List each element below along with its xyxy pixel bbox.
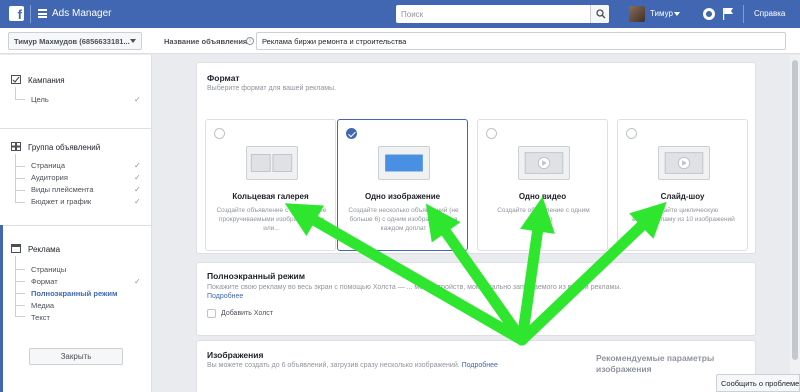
sidebar-item-media[interactable]: Медиа xyxy=(31,301,54,310)
tree-line xyxy=(15,202,25,203)
search-icon xyxy=(596,9,606,19)
facebook-logo-icon[interactable]: f xyxy=(9,6,24,22)
video-icon xyxy=(518,146,570,180)
app-title[interactable]: Ads Manager xyxy=(52,8,111,19)
sidebar-item-objective[interactable]: Цель xyxy=(31,95,49,104)
sidebar-item-format[interactable]: Формат xyxy=(31,277,58,286)
divider xyxy=(30,5,31,23)
tree-line xyxy=(15,166,25,167)
check-icon: ✓ xyxy=(134,277,141,286)
fullscreen-title: Полноэкранный режим xyxy=(207,271,306,281)
campaign-icon xyxy=(11,75,21,84)
help-link[interactable]: Справка xyxy=(754,9,785,18)
sidebar: Кампания Цель ✓ Группа объявлений Страни… xyxy=(0,55,152,392)
fullscreen-desc: Покажите свою рекламу во весь экран с по… xyxy=(207,284,622,291)
radio-button[interactable] xyxy=(214,128,225,139)
format-card-single-video[interactable]: Одно видео Создайте объявление с одним в… xyxy=(477,119,608,251)
search-box xyxy=(396,5,609,23)
sidebar-item-pages[interactable]: Страницы xyxy=(31,265,66,274)
divider xyxy=(0,225,151,226)
format-card-desc: Создайте несколько объявлений (не больше… xyxy=(348,207,459,232)
sidebar-section-campaign[interactable]: Кампания xyxy=(28,76,65,85)
check-icon: ✓ xyxy=(134,161,141,170)
sidebar-item-text[interactable]: Текст xyxy=(31,313,50,322)
ad-name-input[interactable] xyxy=(256,32,786,50)
chevron-down-icon[interactable] xyxy=(674,12,680,16)
search-button[interactable] xyxy=(590,5,609,23)
top-bar: f Ads Manager Тимур Справка xyxy=(0,0,800,28)
check-icon[interactable] xyxy=(346,128,357,139)
tree-line xyxy=(15,316,25,317)
images-desc: Вы можете создать до 6 объявлений, загру… xyxy=(207,362,498,369)
format-card-desc: Создайте объявление с одним видео xyxy=(497,207,590,223)
user-name[interactable]: Тимур xyxy=(650,9,673,18)
sidebar-item-budget[interactable]: Бюджет и график xyxy=(31,197,91,206)
radio-button[interactable] xyxy=(486,128,497,139)
sidebar-item-page[interactable]: Страница xyxy=(31,161,65,170)
check-icon: ✓ xyxy=(134,197,141,206)
ad-name-label: Название объявления xyxy=(164,37,248,46)
format-card-title: Одно видео xyxy=(518,192,567,201)
search-input[interactable] xyxy=(396,5,590,23)
tree-line xyxy=(15,99,25,100)
scrollbar-thumb[interactable] xyxy=(792,60,798,360)
images-title: Изображения xyxy=(207,350,264,360)
format-card-desc: Создайте объявление с 2 или более прокру… xyxy=(216,207,327,232)
format-card-slideshow[interactable]: Слайд-шоу Создайте циклическую видеорекл… xyxy=(617,119,748,251)
divider xyxy=(0,128,151,129)
add-canvas-label[interactable]: Добавить Холст xyxy=(221,310,273,317)
tree-line xyxy=(15,269,25,270)
recommended-params-title: Рекомендуемые параметры изображения xyxy=(596,353,715,374)
format-card-title: Кольцевая галерея xyxy=(232,192,309,201)
format-title: Формат xyxy=(207,73,240,83)
tree-line xyxy=(15,293,25,294)
sidebar-section-ad[interactable]: Реклама xyxy=(28,245,60,254)
chevron-down-icon[interactable] xyxy=(130,39,136,43)
globe-icon[interactable] xyxy=(703,8,715,20)
subheader: Тимур Махмудов (6856633181... Название о… xyxy=(0,28,800,54)
tree-line xyxy=(15,281,25,282)
menu-icon[interactable] xyxy=(38,9,47,18)
add-canvas-checkbox[interactable] xyxy=(207,309,216,318)
tree-line xyxy=(15,190,25,191)
learn-more-link[interactable]: Подробнее xyxy=(462,362,498,369)
flag-icon[interactable] xyxy=(722,7,734,20)
divider xyxy=(743,5,744,23)
tree-line xyxy=(15,87,16,99)
sidebar-item-audience[interactable]: Аудитория xyxy=(31,173,68,182)
check-icon: ✓ xyxy=(134,185,141,194)
ad-set-icon xyxy=(11,142,21,151)
active-section-indicator xyxy=(0,225,3,392)
info-icon[interactable]: i xyxy=(246,37,254,45)
close-button[interactable]: Закрыть xyxy=(29,348,123,365)
format-panel: Формат Выберите формат для вашей рекламы… xyxy=(196,62,756,254)
format-card-title: Одно изображение xyxy=(364,192,441,201)
images-desc-text: Вы можете создать до 6 объявлений, загру… xyxy=(207,362,460,369)
report-problem-button[interactable]: Сообщить о проблеме xyxy=(716,374,800,392)
format-card-single-image[interactable]: Одно изображение Создайте несколько объя… xyxy=(337,119,468,251)
format-subtitle: Выберите формат для вашей рекламы. xyxy=(207,85,337,92)
fullscreen-panel: Полноэкранный режим Покажите свою реклам… xyxy=(196,262,756,336)
ad-icon xyxy=(11,244,21,253)
check-icon: ✓ xyxy=(134,95,141,104)
tree-line xyxy=(15,305,25,306)
tree-line xyxy=(15,178,25,179)
sidebar-item-fullscreen[interactable]: Полноэкранный режим xyxy=(31,289,118,298)
learn-more-link[interactable]: Подробнее xyxy=(207,293,243,300)
format-card-desc: Создайте циклическую видеорекламу из 10 … xyxy=(632,207,735,223)
format-card-title: Слайд-шоу xyxy=(660,192,705,201)
tree-line xyxy=(15,256,16,316)
format-card-carousel[interactable]: Кольцевая галерея Создайте объявление с … xyxy=(205,119,336,251)
slideshow-icon xyxy=(658,146,710,180)
radio-button[interactable] xyxy=(626,128,637,139)
check-icon: ✓ xyxy=(134,173,141,182)
account-select[interactable]: Тимур Махмудов (6856633181... xyxy=(8,32,142,50)
sidebar-item-placements[interactable]: Виды плейсмента xyxy=(31,185,94,194)
carousel-icon xyxy=(246,146,298,180)
avatar[interactable] xyxy=(629,6,645,22)
sidebar-section-ad-set[interactable]: Группа объявлений xyxy=(28,143,100,152)
single-image-icon xyxy=(378,146,430,180)
